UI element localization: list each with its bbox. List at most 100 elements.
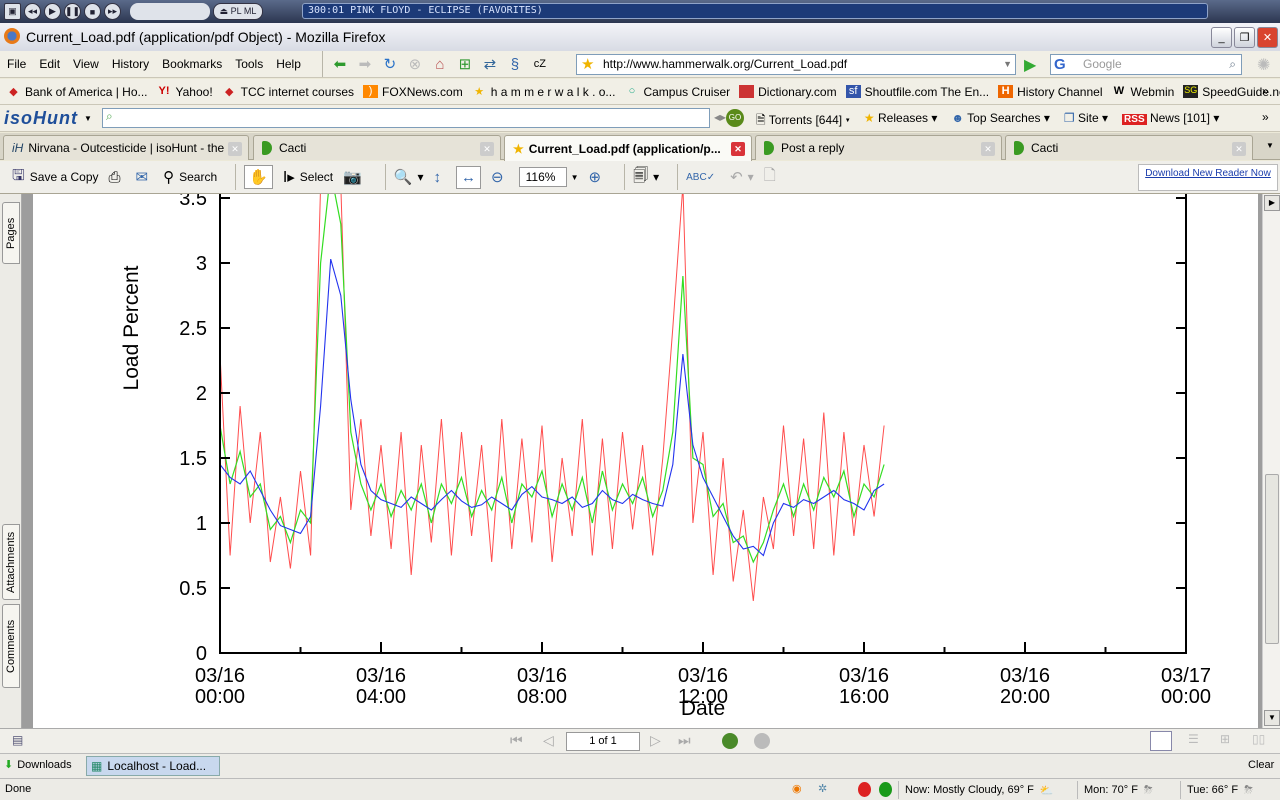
new-tab-icon[interactable]: ⊞ bbox=[456, 55, 474, 73]
site-menu[interactable]: ❐ Site ▾ bbox=[1064, 111, 1108, 132]
downloads-button[interactable]: ⬇ Downloads bbox=[4, 758, 72, 772]
eject-playlist-buttons[interactable]: ⏏ PL ML bbox=[213, 3, 263, 20]
weather-tue[interactable]: Tue: 66° F ⛈ bbox=[1180, 781, 1253, 799]
download-item[interactable]: ▦ Localhost - Load... bbox=[86, 756, 220, 776]
search-icon[interactable]: ⌕ bbox=[1229, 55, 1236, 74]
search-button[interactable]: ⚲ Search bbox=[163, 168, 217, 186]
page-number-input[interactable]: 1 of 1 bbox=[566, 732, 640, 751]
select-tool-button[interactable]: Ⅰ▸ Select bbox=[283, 168, 333, 186]
single-page-view-icon[interactable] bbox=[1150, 731, 1172, 751]
print-button[interactable]: ⎙ bbox=[109, 169, 126, 186]
seahorse-icon[interactable]: § bbox=[506, 55, 524, 73]
save-copy-button[interactable]: 🖫 Save a Copy bbox=[12, 165, 99, 190]
download-reader-link[interactable]: Download New Reader Now bbox=[1138, 164, 1278, 191]
panel-toggle-icon[interactable]: ▤ bbox=[12, 733, 23, 747]
menu-history[interactable]: History bbox=[112, 57, 149, 71]
weather-mon[interactable]: Mon: 70° F ⛈ bbox=[1077, 781, 1153, 799]
tab-current-load-pdf[interactable]: ★ Current_Load.pdf (application/p... ✕ bbox=[504, 135, 752, 161]
close-tab-icon[interactable]: ✕ bbox=[731, 142, 745, 156]
undo-button[interactable]: ↶ ▾ bbox=[730, 168, 754, 186]
vertical-scrollbar[interactable]: ▶ ▼ bbox=[1262, 194, 1280, 728]
close-tab-icon[interactable]: ✕ bbox=[1232, 142, 1246, 156]
menu-view[interactable]: View bbox=[73, 57, 99, 71]
news-menu[interactable]: RSS News [101] ▾ bbox=[1122, 111, 1219, 132]
scroll-down-button[interactable]: ▼ bbox=[1264, 710, 1280, 726]
attachments-tab[interactable]: Attachments bbox=[2, 524, 20, 600]
zoom-tool-button[interactable]: 🔍 ▾ bbox=[394, 168, 424, 186]
releases-menu[interactable]: ★ Releases ▾ bbox=[864, 111, 937, 132]
fit-page-button[interactable]: ↕ bbox=[434, 169, 447, 186]
home-icon[interactable]: ⌂ bbox=[431, 55, 449, 73]
bookmark-item[interactable]: ◆ TCC internet courses bbox=[222, 85, 354, 99]
pause-button[interactable]: ❚❚ bbox=[64, 3, 81, 20]
bookmark-item[interactable]: sf Shoutfile.com The En... bbox=[845, 85, 989, 99]
menu-edit[interactable]: Edit bbox=[39, 57, 60, 71]
zoom-in-button[interactable]: ⊕ bbox=[589, 168, 607, 186]
menu-bookmarks[interactable]: Bookmarks bbox=[162, 57, 222, 71]
winamp-menu-icon[interactable]: ▣ bbox=[4, 3, 21, 20]
status-ok-icon[interactable] bbox=[879, 782, 892, 797]
tab-list-icon[interactable]: ▼ bbox=[1266, 141, 1274, 150]
bookmark-item[interactable]: W Webmin bbox=[1112, 85, 1175, 99]
page-layout-button[interactable]: 🗐 ▾ bbox=[633, 165, 659, 190]
sync-icon[interactable]: ⇄ bbox=[481, 55, 499, 73]
close-tab-icon[interactable]: ✕ bbox=[981, 142, 995, 156]
close-button[interactable]: ✕ bbox=[1257, 27, 1278, 48]
scroll-thumb[interactable] bbox=[1265, 474, 1279, 644]
cz-icon[interactable]: cZ bbox=[531, 55, 549, 73]
continuous-view-icon[interactable]: ☰ bbox=[1188, 732, 1199, 746]
zoom-level-input[interactable]: 116% bbox=[518, 167, 567, 187]
last-page-icon[interactable]: ⏭ bbox=[678, 732, 691, 749]
minimize-button[interactable]: _ bbox=[1211, 27, 1232, 48]
play-button[interactable]: ▶ bbox=[44, 3, 61, 20]
comments-tab[interactable]: Comments bbox=[2, 604, 20, 688]
volume-slider[interactable] bbox=[130, 3, 210, 20]
bookmark-item[interactable]: ★ h a m m e r w a l k . o... bbox=[472, 85, 615, 99]
stop-button[interactable]: ■ bbox=[84, 3, 101, 20]
zoom-out-button[interactable]: ⊖ bbox=[491, 168, 509, 186]
menu-tools[interactable]: Tools bbox=[235, 57, 263, 71]
clear-downloads-button[interactable]: Clear bbox=[1248, 759, 1274, 771]
close-tab-icon[interactable]: ✕ bbox=[480, 142, 494, 156]
stop-icon[interactable]: ⊗ bbox=[406, 55, 424, 73]
prev-page-icon[interactable]: ◁ bbox=[543, 732, 554, 749]
bookmark-item[interactable]: ○ Campus Cruiser bbox=[624, 85, 731, 99]
pages-tab[interactable]: Pages bbox=[2, 202, 20, 264]
previous-view-icon[interactable] bbox=[722, 733, 738, 749]
back-icon[interactable]: ⬅ bbox=[331, 55, 349, 73]
tab-post-reply[interactable]: Post a reply ✕ bbox=[755, 135, 1002, 160]
tab-nirvana[interactable]: iH Nirvana - Outcesticide | isoHunt - the… bbox=[3, 135, 249, 160]
alert-icon[interactable] bbox=[858, 782, 871, 797]
url-dropdown-icon[interactable]: ▼ bbox=[1003, 55, 1012, 74]
restore-button[interactable]: ❐ bbox=[1234, 27, 1255, 48]
bookmark-item[interactable]: Y! Yahoo! bbox=[157, 85, 213, 99]
firefox-status-icon[interactable]: ◉ bbox=[792, 782, 802, 795]
continuous-facing-view-icon[interactable]: ▯▯ bbox=[1252, 732, 1265, 746]
gear-icon[interactable]: ✲ bbox=[818, 782, 827, 795]
hand-tool-button[interactable]: ✋ bbox=[244, 165, 273, 189]
next-view-icon[interactable] bbox=[754, 733, 770, 749]
isohunt-search-input[interactable]: ⌕ bbox=[102, 108, 710, 128]
fit-width-button[interactable]: ↔ bbox=[456, 165, 482, 189]
close-tab-icon[interactable]: ✕ bbox=[228, 142, 242, 156]
chevron-more-icon[interactable]: » bbox=[1262, 110, 1269, 124]
bookmark-item[interactable]: ) FOXNews.com bbox=[363, 85, 463, 99]
address-bar[interactable]: ★ http://www.hammerwalk.org/Current_Load… bbox=[576, 54, 1016, 75]
first-page-icon[interactable]: ⏮ bbox=[510, 732, 523, 749]
zoom-dropdown[interactable]: ▼ bbox=[571, 173, 579, 182]
weather-now[interactable]: Now: Mostly Cloudy, 69° F ⛅ bbox=[898, 781, 1054, 799]
torrents-menu[interactable]: 🗎 Torrents [644] ▾ bbox=[756, 111, 850, 132]
tab-cacti-2[interactable]: Cacti ✕ bbox=[1005, 135, 1253, 160]
spellcheck-button[interactable]: ABC✓ bbox=[686, 172, 720, 183]
chevron-more-icon[interactable]: » bbox=[1262, 84, 1269, 98]
facing-view-icon[interactable]: ⊞ bbox=[1220, 732, 1230, 746]
top-searches-menu[interactable]: ☻ Top Searches ▾ bbox=[951, 111, 1050, 132]
forward-icon[interactable]: ➡ bbox=[356, 55, 374, 73]
tab-cacti[interactable]: Cacti ✕ bbox=[253, 135, 501, 160]
prev-track-button[interactable]: ◂◂ bbox=[24, 3, 41, 20]
copy-button[interactable]: 🗋 bbox=[764, 165, 781, 190]
snapshot-button[interactable]: 📷 bbox=[343, 168, 367, 186]
bookmark-item[interactable]: Dictionary.com bbox=[739, 85, 837, 99]
next-track-button[interactable]: ▸▸ bbox=[104, 3, 121, 20]
scroll-up-button[interactable]: ▶ bbox=[1264, 195, 1280, 211]
